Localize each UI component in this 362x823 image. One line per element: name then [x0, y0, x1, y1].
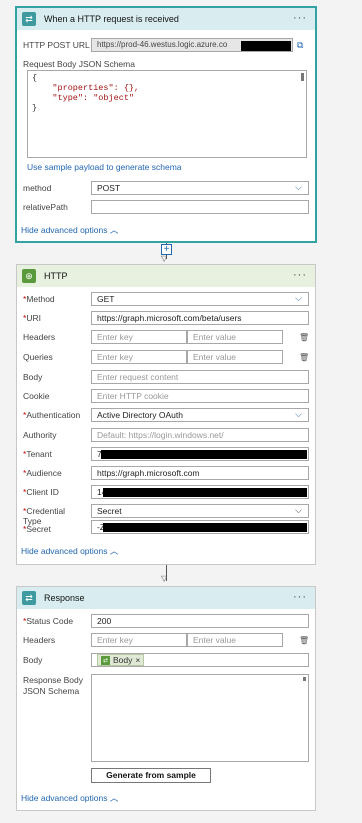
header-value-input[interactable]: Enter value: [187, 330, 283, 344]
copy-icon[interactable]: ⧉: [297, 40, 303, 51]
schema-line: "properties": {},: [32, 83, 140, 93]
trash-icon[interactable]: 🗑: [299, 333, 309, 342]
trash-icon[interactable]: 🗑: [299, 353, 309, 362]
hide-advanced-options-link[interactable]: Hide advanced options ︿: [21, 792, 118, 804]
body-token[interactable]: ⇄ Body ×: [97, 654, 145, 666]
trash-icon[interactable]: 🗑: [299, 636, 309, 645]
cookie-label: Cookie: [23, 391, 50, 401]
redacted-block: [103, 523, 307, 532]
request-body-schema-label: Request Body JSON Schema: [23, 59, 135, 69]
http-action-card[interactable]: ⊕ HTTP ··· *Method GET ⌵ *URI https://gr…: [16, 264, 316, 565]
authority-label: Authority: [23, 430, 57, 440]
response-action-card[interactable]: ⇄ Response ··· *Status Code 200 Headers …: [16, 586, 316, 811]
authority-input[interactable]: Default: https://login.windows.net/: [91, 428, 309, 442]
http-post-url-label: HTTP POST URL: [23, 40, 90, 50]
audience-label: *Audience: [23, 468, 62, 478]
headers-label: Headers: [23, 332, 56, 342]
ellipsis-icon[interactable]: ···: [293, 12, 307, 24]
query-value-input[interactable]: Enter value: [187, 350, 283, 364]
body-input[interactable]: Enter request content: [91, 370, 309, 384]
http-action-icon: ⊕: [22, 269, 36, 283]
method-dropdown[interactable]: GET ⌵: [91, 292, 309, 306]
redacted-block: [101, 450, 307, 459]
response-schema-editor[interactable]: [91, 674, 309, 762]
chevron-down-icon: ⌵: [295, 293, 302, 303]
schema-line: {: [32, 73, 38, 83]
header-key-input[interactable]: Enter key: [91, 633, 187, 647]
redacted-block: [241, 41, 291, 51]
arrow-down-icon: ▽: [161, 254, 168, 263]
http-request-icon: ⇄: [22, 12, 36, 26]
ellipsis-icon[interactable]: ···: [293, 269, 307, 281]
cookie-input[interactable]: Enter HTTP cookie: [91, 389, 309, 403]
authentication-label: *Authentication: [23, 410, 81, 420]
authentication-dropdown[interactable]: Active Directory OAuth ⌵: [91, 408, 309, 422]
uri-input[interactable]: https://graph.microsoft.com/beta/users: [91, 311, 309, 325]
status-code-input[interactable]: 200: [91, 614, 309, 628]
close-icon[interactable]: ×: [135, 655, 140, 665]
secret-label: *Secret: [23, 524, 51, 534]
tenant-label: *Tenant: [23, 449, 52, 459]
method-label: method: [23, 183, 52, 193]
schema-line: "type": "object": [32, 93, 135, 103]
use-sample-payload-link[interactable]: Use sample payload to generate schema: [27, 162, 182, 172]
hide-advanced-options-link[interactable]: Hide advanced options ︿: [21, 224, 118, 236]
hide-advanced-options-link[interactable]: Hide advanced options ︿: [21, 545, 118, 557]
chevron-up-icon: ︿: [109, 225, 119, 235]
trigger-title: When a HTTP request is received: [44, 14, 179, 24]
queries-label: Queries: [23, 352, 53, 362]
chevron-up-icon: ︿: [109, 546, 119, 556]
status-code-label: *Status Code: [23, 616, 74, 626]
query-key-input[interactable]: Enter key: [91, 350, 187, 364]
body-label: Body: [23, 655, 43, 665]
arrow-down-icon: ▽: [161, 574, 168, 583]
scrollbar[interactable]: [303, 677, 306, 681]
chevron-down-icon: ⌵: [295, 505, 302, 515]
method-dropdown[interactable]: POST ⌵: [91, 181, 309, 195]
relative-path-label: relativePath: [23, 202, 68, 212]
scrollbar[interactable]: [301, 73, 304, 81]
response-title: Response: [44, 593, 85, 603]
header-value-input[interactable]: Enter value: [187, 633, 283, 647]
redacted-block: [103, 488, 307, 497]
request-body-schema-editor[interactable]: { "properties": {}, "type": "object" }: [27, 70, 307, 158]
http-title: HTTP: [44, 271, 68, 281]
headers-label: Headers: [23, 635, 56, 645]
response-header[interactable]: ⇄ Response ···: [17, 587, 315, 609]
schema-line: }: [32, 103, 38, 113]
chevron-down-icon: ⌵: [295, 409, 302, 419]
trigger-header[interactable]: ⇄ When a HTTP request is received ···: [17, 8, 315, 30]
chevron-down-icon: ⌵: [295, 182, 302, 192]
uri-label: *URI: [23, 313, 41, 323]
header-key-input[interactable]: Enter key: [91, 330, 187, 344]
relative-path-input[interactable]: [91, 200, 309, 214]
http-action-icon: ⇄: [101, 655, 110, 665]
response-schema-label: Response Body JSON Schema: [23, 675, 84, 696]
chevron-up-icon: ︿: [109, 793, 119, 803]
audience-input[interactable]: https://graph.microsoft.com: [91, 466, 309, 480]
http-header[interactable]: ⊕ HTTP ···: [17, 265, 315, 287]
credential-type-dropdown[interactable]: Secret ⌵: [91, 504, 309, 518]
body-label: Body: [23, 372, 43, 382]
http-action-icon: ⇄: [22, 591, 36, 605]
ellipsis-icon[interactable]: ···: [293, 591, 307, 603]
generate-from-sample-button[interactable]: Generate from sample: [91, 768, 211, 783]
trigger-card[interactable]: ⇄ When a HTTP request is received ··· HT…: [15, 6, 317, 243]
method-label: *Method: [23, 294, 55, 304]
client-id-label: *Client ID: [23, 487, 59, 497]
